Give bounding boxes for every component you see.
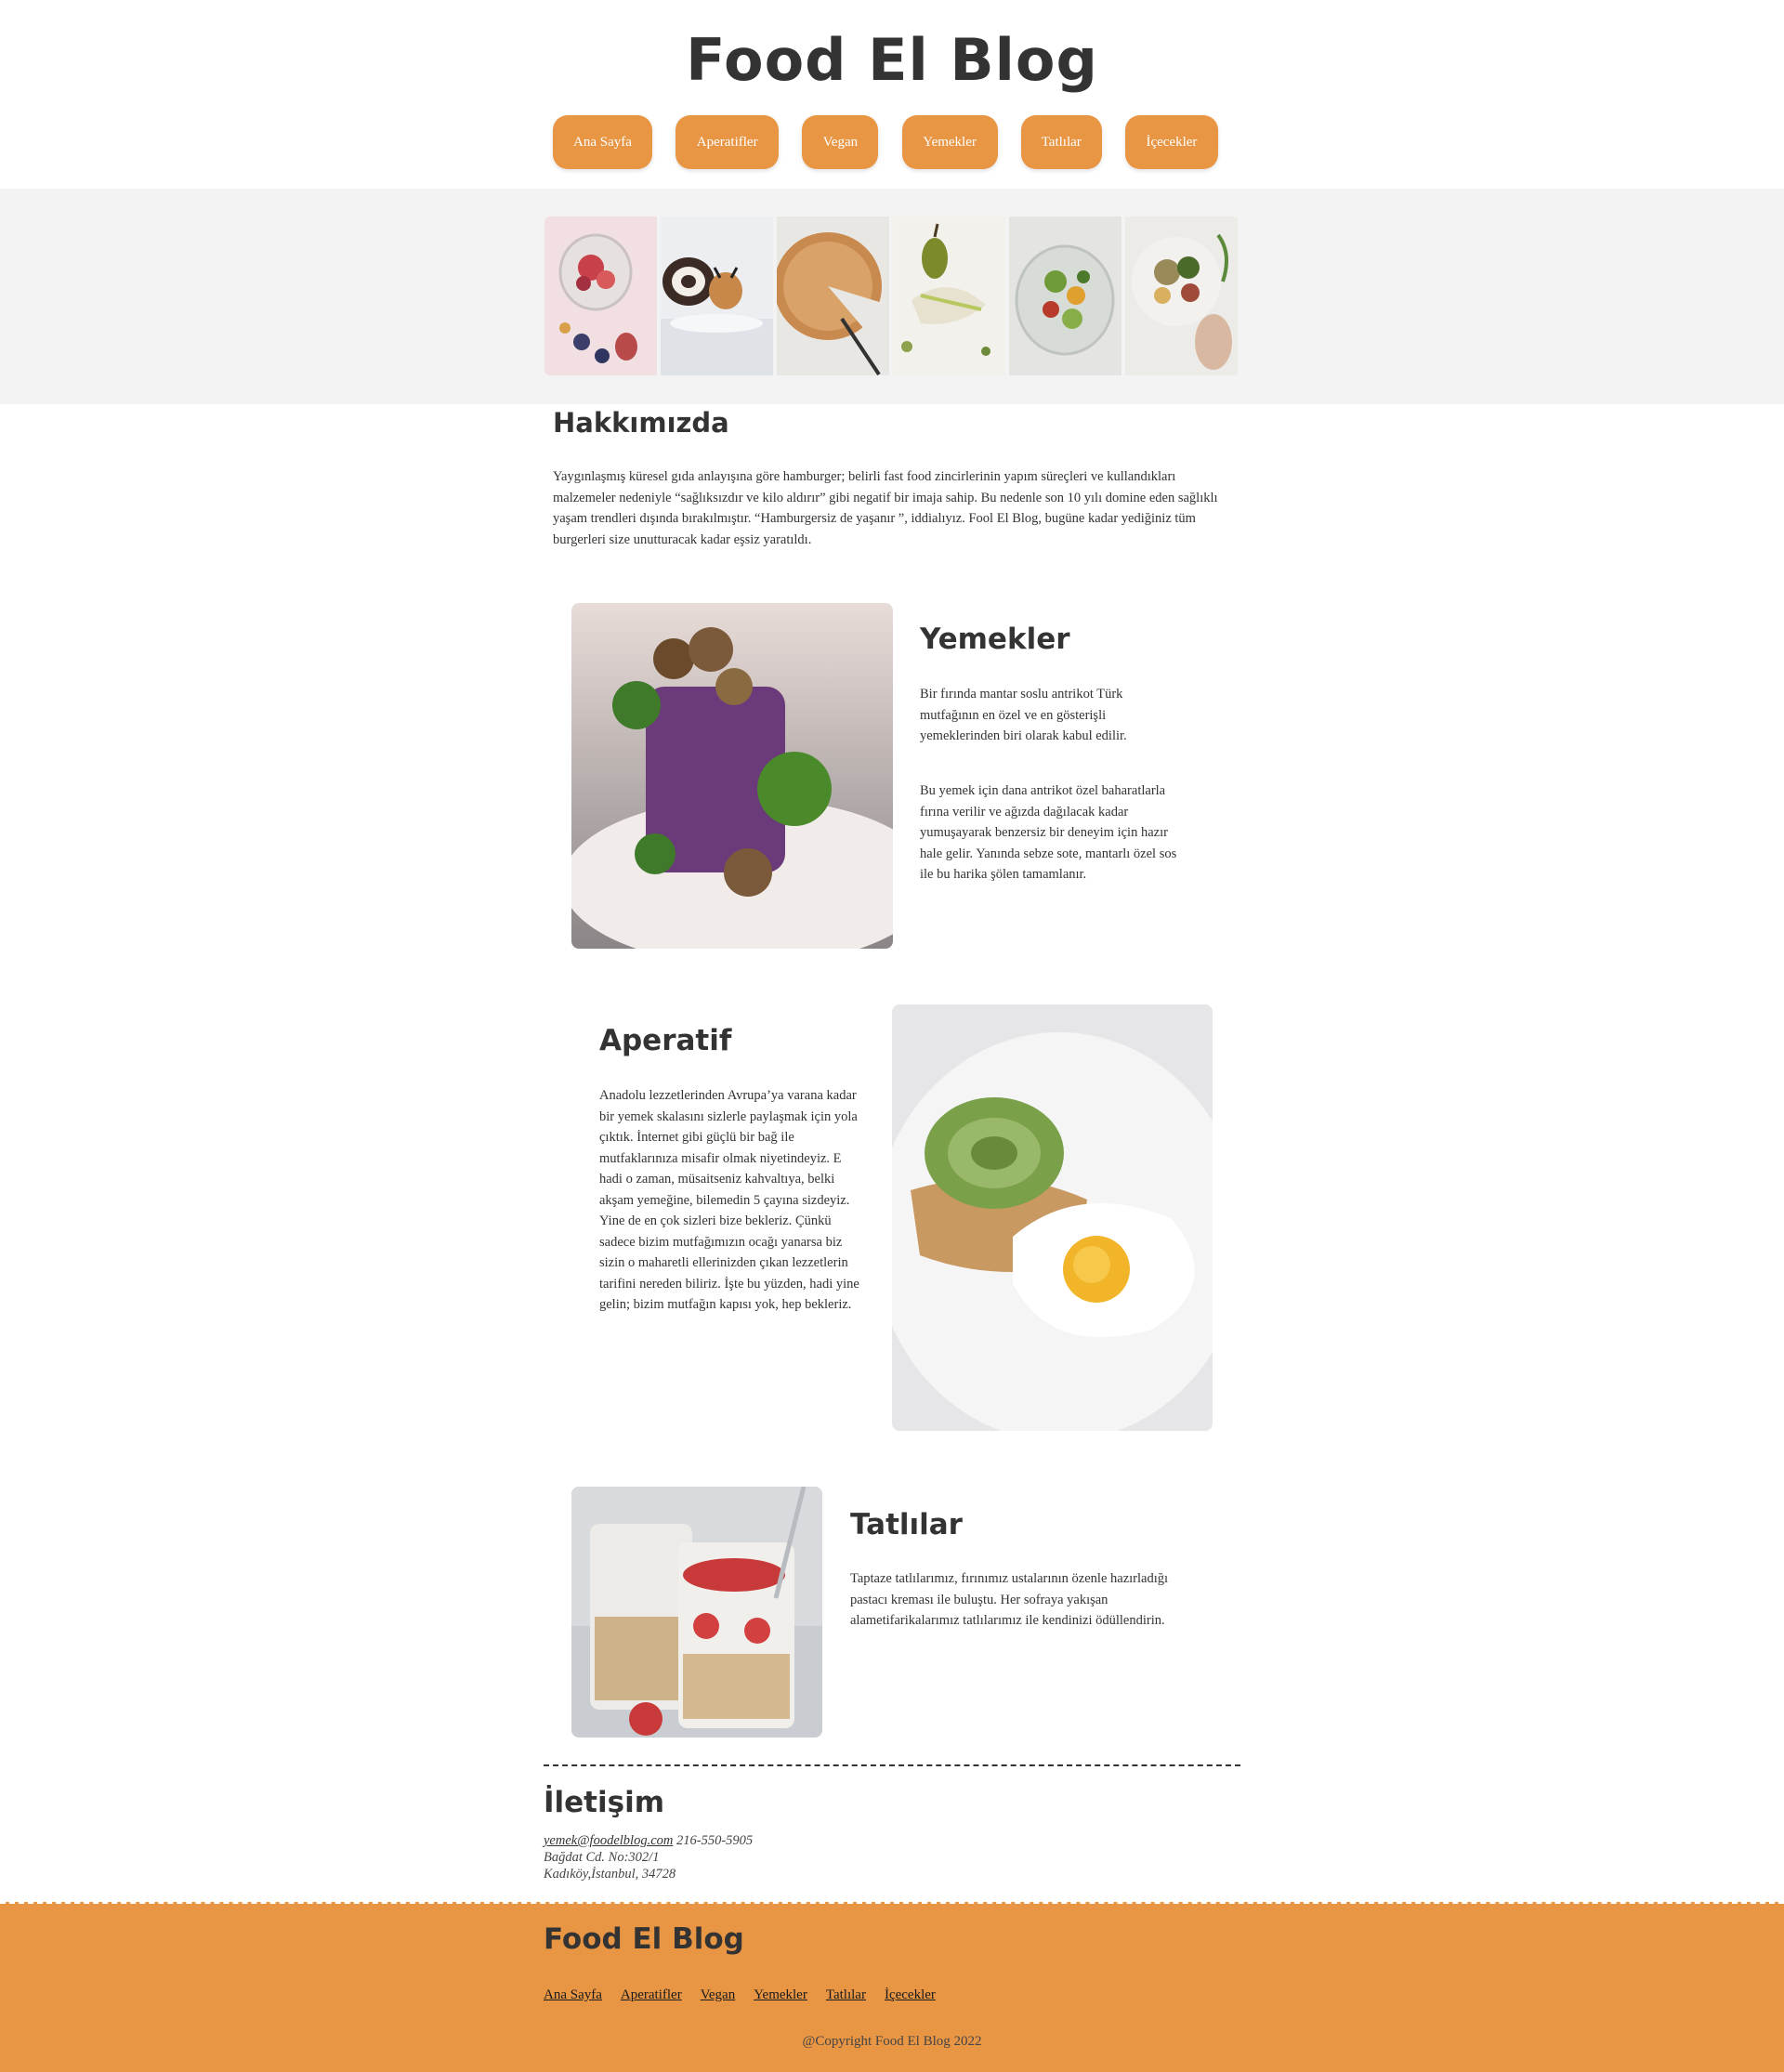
yemekler-text-1: Bir fırında mantar soslu antrikot Türk m… <box>920 687 1127 743</box>
footer-nav: Ana Sayfa Aperatifler Vegan Yemekler Tat… <box>544 1987 936 2003</box>
footer-link-aperatifler[interactable]: Aperatifler <box>621 1987 682 2003</box>
image-gallery <box>544 216 1240 375</box>
fruit-jar-image <box>544 216 657 375</box>
footer-link-vegan[interactable]: Vegan <box>701 1987 736 2003</box>
main-nav: Ana Sayfa Aperatifler Vegan Yemekler Tat… <box>553 115 1218 169</box>
nav-button-vegan[interactable]: Vegan <box>802 115 879 169</box>
yemekler-text-2: Bu yemek için dana antrikot özel baharat… <box>920 783 1177 882</box>
footer-link-tatlilar[interactable]: Tatlılar <box>826 1987 866 2003</box>
nav-button-ana-sayfa[interactable]: Ana Sayfa <box>553 115 652 169</box>
about-text: Yaygınlaşmış küresel gıda anlayışına gör… <box>553 469 1218 547</box>
copyright-text: @Copyright Food El Blog 2022 <box>802 2034 982 2049</box>
gallery-band <box>0 189 1784 404</box>
nav-button-yemekler[interactable]: Yemekler <box>901 115 998 169</box>
contact-title: İletişim <box>544 1786 665 1819</box>
contact-divider <box>544 1764 1240 1766</box>
salad-bowl-image <box>1009 216 1122 375</box>
footer: Food El Blog Ana Sayfa Aperatifler Vegan… <box>0 1902 1784 2072</box>
contact-info: yemek@foodelblog.com 216-550-5905 Bağdat… <box>544 1832 753 1882</box>
contact-address-line-2: Kadıköy,İstanbul, 34728 <box>544 1867 676 1882</box>
grain-bowl-image <box>1125 216 1238 375</box>
nav-button-tatlilar[interactable]: Tatlılar <box>1020 115 1102 169</box>
cake-roll-image <box>661 216 773 375</box>
pie-image <box>777 216 889 375</box>
tatlilar-text: Taptaze tatlılarımız, fırınımız ustaları… <box>850 1571 1169 1628</box>
main-dish-image <box>571 603 893 949</box>
nav-button-icecekler[interactable]: İçecekler <box>1124 115 1218 169</box>
aperatif-title: Aperatif <box>599 1024 732 1057</box>
footer-link-yemekler[interactable]: Yemekler <box>754 1987 807 2003</box>
footer-link-icecekler[interactable]: İçecekler <box>885 1987 936 2003</box>
pear-salad-image <box>893 216 1005 375</box>
about-title: Hakkımızda <box>553 407 729 439</box>
aperatif-text: Anadolu lezzetlerinden Avrupa’ya varana … <box>599 1088 859 1312</box>
contact-phone: 216-550-5905 <box>676 1833 754 1848</box>
footer-link-ana-sayfa[interactable]: Ana Sayfa <box>544 1987 602 2003</box>
contact-email-link[interactable]: yemek@foodelblog.com <box>544 1833 673 1848</box>
nav-button-aperatifler[interactable]: Aperatifler <box>676 115 780 169</box>
dessert-jars-image <box>571 1487 822 1738</box>
yemekler-title: Yemekler <box>920 623 1070 656</box>
footer-title: Food El Blog <box>544 1922 744 1956</box>
tatlilar-title: Tatlılar <box>850 1508 963 1541</box>
site-title: Food El Blog <box>686 26 1098 94</box>
avocado-toast-image <box>892 1004 1213 1431</box>
contact-address-line-1: Bağdat Cd. No:302/1 <box>544 1850 660 1865</box>
